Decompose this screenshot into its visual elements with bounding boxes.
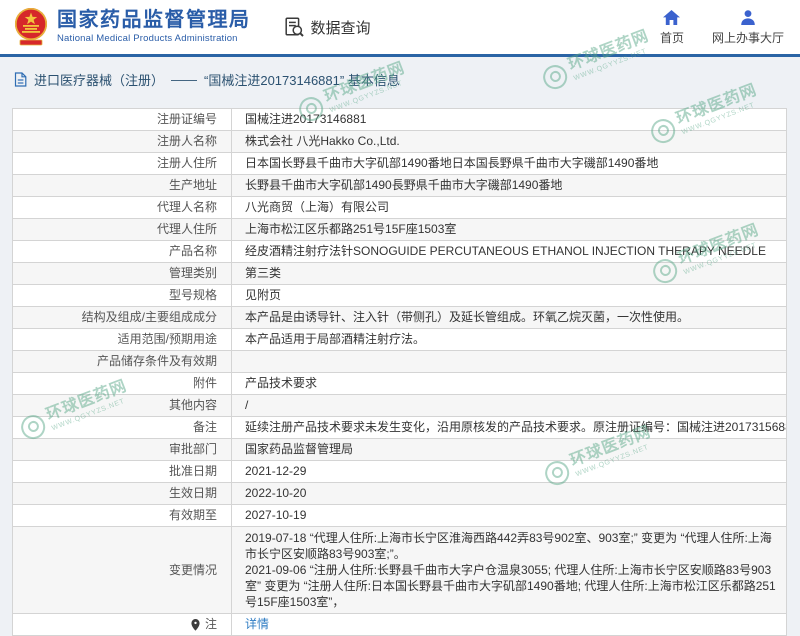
- row-value: /: [232, 395, 786, 416]
- breadcrumb: 进口医疗器械（注册） —— “国械注进20173146881” 基本信息: [14, 68, 400, 90]
- row-label: 批准日期: [13, 461, 232, 482]
- nav-home[interactable]: 首页: [660, 9, 684, 46]
- row-label: 结构及组成/主要组成成分: [13, 307, 232, 328]
- row-value: 国家药品监督管理局: [232, 439, 786, 460]
- row-value: 本产品是由诱导针、注入针（带侧孔）及延长管组成。环氧乙烷灭菌，一次性使用。: [232, 307, 786, 328]
- row-label: 管理类别: [13, 263, 232, 284]
- row-label: 变更情况: [13, 527, 232, 613]
- data-query-menu[interactable]: 数据查询: [283, 16, 371, 38]
- row-value: 见附页: [232, 285, 786, 306]
- nav-hall-label: 网上办事大厅: [712, 29, 784, 46]
- table-row-change-history: 变更情况 2019-07-18 “代理人住所:上海市长宁区淮海西路442弄83号…: [13, 527, 786, 614]
- watermark-logo-icon: [539, 61, 570, 92]
- row-label: 注册人住所: [13, 153, 232, 174]
- device-info-table: 注册证编号 国械注进20173146881 注册人名称 株式会社 八光Hakko…: [12, 108, 787, 636]
- change-history-text: 2019-07-18 “代理人住所:上海市长宁区淮海西路442弄83号902室、…: [245, 530, 778, 610]
- row-value: 长野县千曲市大字矶部1490長野県千曲市大字磯部1490番地: [232, 175, 786, 196]
- header-bar: 国家药品监督管理局 National Medical Products Admi…: [0, 0, 800, 57]
- agency-name-en: National Medical Products Administration: [57, 34, 251, 44]
- table-row: 附件 产品技术要求: [13, 373, 786, 395]
- row-value: 株式会社 八光Hakko Co.,Ltd.: [232, 131, 786, 152]
- row-label: 其他内容: [13, 395, 232, 416]
- row-label: 有效期至: [13, 505, 232, 526]
- table-row: 批准日期 2021-12-29: [13, 461, 786, 483]
- row-label: 生产地址: [13, 175, 232, 196]
- brand: 国家药品监督管理局 National Medical Products Admi…: [57, 10, 251, 44]
- row-value: [232, 351, 786, 372]
- home-icon: [662, 9, 681, 26]
- table-row-note: 注 详情: [13, 614, 786, 636]
- table-row: 产品储存条件及有效期: [13, 351, 786, 373]
- row-value: 国械注进20173146881: [232, 109, 786, 130]
- row-label: 备注: [13, 417, 232, 438]
- row-value: 日本国长野县千曲市大字矶部1490番地日本国長野県千曲市大字磯部1490番地: [232, 153, 786, 174]
- row-label: 代理人住所: [13, 219, 232, 240]
- table-row: 备注 延续注册产品技术要求未发生变化，沿用原核发的产品技术要求。原注册证编号：国…: [13, 417, 786, 439]
- change-entry: 2021-09-06 “注册人住所:长野县千曲市大字户仓温泉3055; 代理人住…: [245, 562, 778, 610]
- table-row: 结构及组成/主要组成成分 本产品是由诱导针、注入针（带侧孔）及延长管组成。环氧乙…: [13, 307, 786, 329]
- data-query-label: 数据查询: [311, 17, 371, 38]
- row-label: 附件: [13, 373, 232, 394]
- row-label-text: 注: [205, 617, 217, 632]
- row-value: 2019-07-18 “代理人住所:上海市长宁区淮海西路442弄83号902室、…: [232, 527, 786, 613]
- table-row: 其他内容 /: [13, 395, 786, 417]
- agency-name-cn: 国家药品监督管理局: [57, 10, 251, 30]
- table-row: 管理类别 第三类: [13, 263, 786, 285]
- row-label: 代理人名称: [13, 197, 232, 218]
- row-label: 型号规格: [13, 285, 232, 306]
- table-row: 适用范围/预期用途 本产品适用于局部酒精注射疗法。: [13, 329, 786, 351]
- table-row: 注册人名称 株式会社 八光Hakko Co.,Ltd.: [13, 131, 786, 153]
- table-row: 注册证编号 国械注进20173146881: [13, 109, 786, 131]
- row-value: 2021-12-29: [232, 461, 786, 482]
- change-entry: 2019-07-18 “代理人住所:上海市长宁区淮海西路442弄83号902室、…: [245, 530, 778, 562]
- table-row: 代理人住所 上海市松江区乐都路251号15F座1503室: [13, 219, 786, 241]
- row-label: 适用范围/预期用途: [13, 329, 232, 350]
- row-label: 产品储存条件及有效期: [13, 351, 232, 372]
- row-value: 2027-10-19: [232, 505, 786, 526]
- breadcrumb-current: “国械注进20173146881” 基本信息: [204, 70, 400, 89]
- row-label: 产品名称: [13, 241, 232, 262]
- row-value: 2022-10-20: [232, 483, 786, 504]
- document-icon: [14, 72, 27, 87]
- table-row: 生产地址 长野县千曲市大字矶部1490長野県千曲市大字磯部1490番地: [13, 175, 786, 197]
- row-value: 本产品适用于局部酒精注射疗法。: [232, 329, 786, 350]
- table-row: 型号规格 见附页: [13, 285, 786, 307]
- row-label: 注册证编号: [13, 109, 232, 130]
- row-label: 注: [13, 614, 232, 635]
- table-row: 生效日期 2022-10-20: [13, 483, 786, 505]
- row-label: 审批部门: [13, 439, 232, 460]
- doc-magnifier-icon: [283, 16, 305, 38]
- breadcrumb-dash: ——: [171, 72, 197, 87]
- table-row: 注册人住所 日本国长野县千曲市大字矶部1490番地日本国長野県千曲市大字磯部14…: [13, 153, 786, 175]
- row-value: 上海市松江区乐都路251号15F座1503室: [232, 219, 786, 240]
- row-value: 第三类: [232, 263, 786, 284]
- nav-home-label: 首页: [660, 29, 684, 46]
- row-label: 生效日期: [13, 483, 232, 504]
- national-emblem-icon: [13, 6, 49, 48]
- table-row: 代理人名称 八光商贸（上海）有限公司: [13, 197, 786, 219]
- row-value: 详情: [232, 614, 786, 635]
- nav-service-hall[interactable]: 网上办事大厅: [712, 9, 784, 46]
- row-value: 经皮酒精注射疗法针SONOGUIDE PERCUTANEOUS ETHANOL …: [232, 241, 786, 262]
- user-icon: [739, 9, 757, 26]
- pin-icon: [190, 618, 201, 631]
- row-value: 延续注册产品技术要求未发生变化，沿用原核发的产品技术要求。原注册证编号：国械注进…: [232, 417, 786, 438]
- table-row: 审批部门 国家药品监督管理局: [13, 439, 786, 461]
- row-label: 注册人名称: [13, 131, 232, 152]
- details-link[interactable]: 详情: [245, 617, 269, 632]
- table-row: 有效期至 2027-10-19: [13, 505, 786, 527]
- breadcrumb-section[interactable]: 进口医疗器械（注册）: [34, 70, 164, 89]
- table-row: 产品名称 经皮酒精注射疗法针SONOGUIDE PERCUTANEOUS ETH…: [13, 241, 786, 263]
- row-value: 产品技术要求: [232, 373, 786, 394]
- row-value: 八光商贸（上海）有限公司: [232, 197, 786, 218]
- header-nav: 首页 网上办事大厅: [660, 9, 784, 46]
